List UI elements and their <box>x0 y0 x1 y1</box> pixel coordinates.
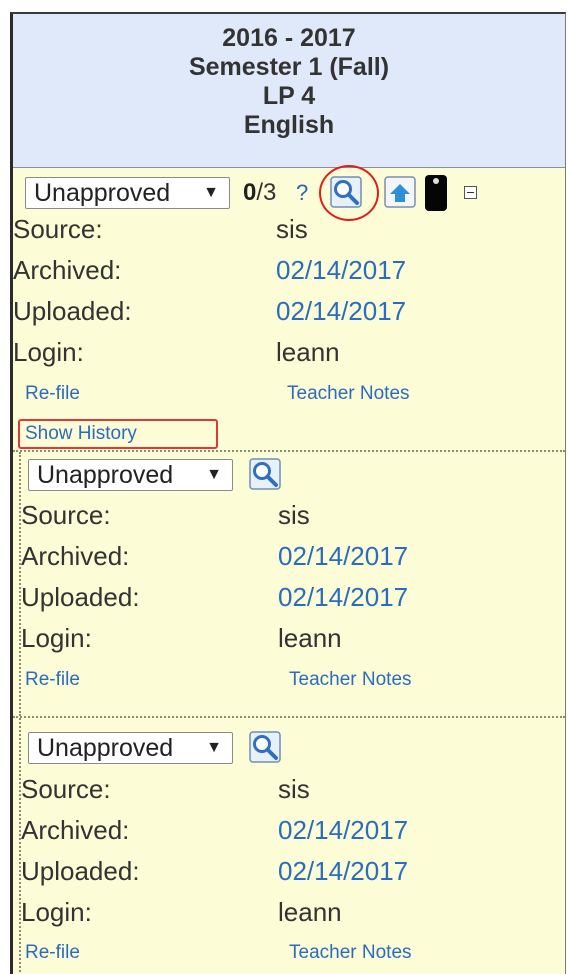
record-item: Unapproved ▼ Source: sis Archived: 02/14… <box>13 718 565 974</box>
archived-label: Archived: <box>13 255 122 285</box>
login-value: leann <box>276 337 340 367</box>
subject-title: English <box>243 111 335 139</box>
source-label: Source: <box>13 214 103 244</box>
login-label: Login: <box>21 897 92 927</box>
uploaded-date-link[interactable]: 02/14/2017 <box>276 296 406 327</box>
panel-header: 2016 - 2017 Semester 1 (Fall) LP 4 Engli… <box>13 14 565 168</box>
archived-date-link[interactable]: 02/14/2017 <box>278 541 408 572</box>
dropdown-arrow-icon: ▼ <box>206 739 222 756</box>
annotation-circle <box>319 165 379 221</box>
status-select-value: Unapproved <box>37 461 174 489</box>
semester-title: Semester 1 (Fall) <box>188 53 390 81</box>
collapse-icon[interactable] <box>464 186 477 199</box>
uploaded-label: Uploaded: <box>13 296 132 326</box>
status-select-value: Unapproved <box>34 179 171 207</box>
archived-label: Archived: <box>21 541 130 571</box>
source-value: sis <box>276 214 308 244</box>
status-select[interactable]: Unapproved ▼ <box>25 177 230 209</box>
source-value: sis <box>278 774 310 804</box>
uploaded-label: Uploaded: <box>21 582 140 612</box>
teacher-notes-link[interactable]: Teacher Notes <box>289 669 412 691</box>
school-year: 2016 - 2017 <box>222 24 356 52</box>
phone-icon[interactable] <box>424 174 448 212</box>
record-panel: 2016 - 2017 Semester 1 (Fall) LP 4 Engli… <box>10 12 566 974</box>
refile-link[interactable]: Re-file <box>25 942 80 964</box>
magnifier-icon[interactable] <box>249 458 281 490</box>
annotation-box <box>18 419 218 449</box>
upload-icon[interactable] <box>384 176 416 208</box>
archived-date-link[interactable]: 02/14/2017 <box>276 255 406 286</box>
status-select-value: Unapproved <box>37 734 174 762</box>
approval-total: /3 <box>256 179 277 206</box>
uploaded-date-link[interactable]: 02/14/2017 <box>278 582 408 613</box>
login-label: Login: <box>21 623 92 653</box>
source-label: Source: <box>21 774 111 804</box>
uploaded-label: Uploaded: <box>21 856 140 886</box>
refile-link[interactable]: Re-file <box>25 383 80 405</box>
approval-count: 0 <box>243 179 257 206</box>
teacher-notes-link[interactable]: Teacher Notes <box>289 942 412 964</box>
magnifier-icon[interactable] <box>249 731 281 763</box>
help-link[interactable]: ? <box>296 180 308 206</box>
archived-date-link[interactable]: 02/14/2017 <box>278 815 408 846</box>
dropdown-arrow-icon: ▼ <box>206 466 222 483</box>
refile-link[interactable]: Re-file <box>25 669 80 691</box>
teacher-notes-link[interactable]: Teacher Notes <box>287 383 410 405</box>
status-select[interactable]: Unapproved ▼ <box>28 732 233 764</box>
login-label: Login: <box>13 337 84 367</box>
period-title: LP 4 <box>262 82 316 110</box>
archived-label: Archived: <box>21 815 130 845</box>
record-item: Unapproved ▼ 0/3 ? Source: sis Archived:… <box>13 165 565 452</box>
login-value: leann <box>278 623 342 653</box>
status-select[interactable]: Unapproved ▼ <box>28 459 233 491</box>
record-item: Unapproved ▼ Source: sis Archived: 02/14… <box>13 452 565 718</box>
login-value: leann <box>278 897 342 927</box>
source-value: sis <box>278 500 310 530</box>
approval-counter: 0/3 <box>243 179 276 207</box>
dropdown-arrow-icon: ▼ <box>203 184 219 201</box>
source-label: Source: <box>21 500 111 530</box>
uploaded-date-link[interactable]: 02/14/2017 <box>278 856 408 887</box>
